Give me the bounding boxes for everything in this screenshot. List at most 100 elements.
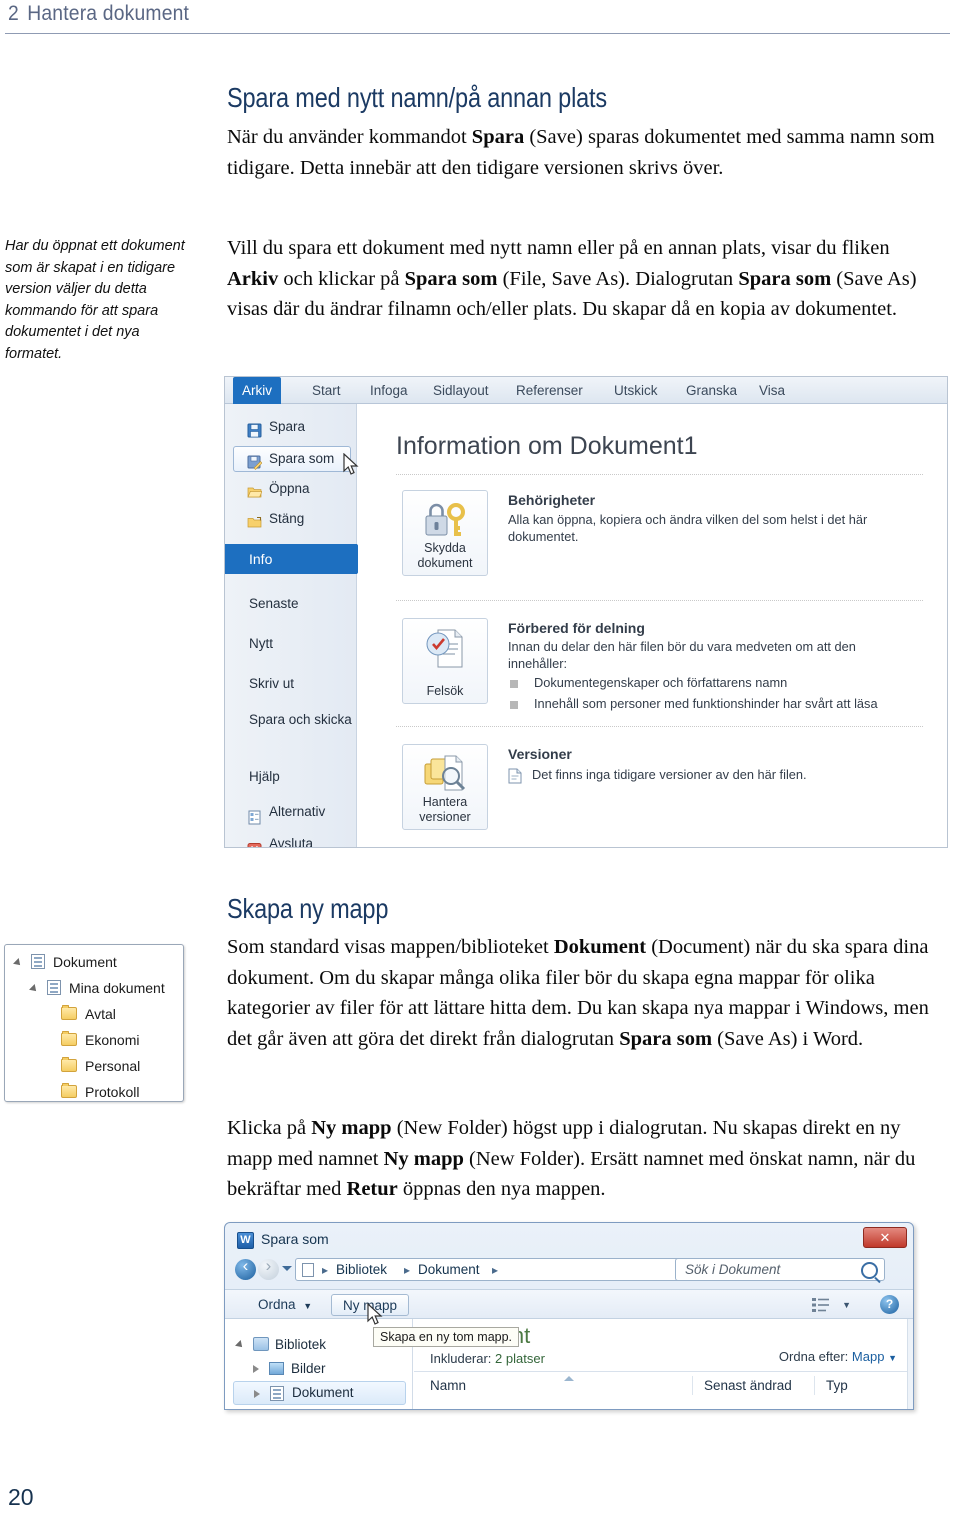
backstage-item-spara-och-skicka[interactable]: Spara och skicka [225,704,356,758]
ribbon-tab-start[interactable]: Start [303,377,350,404]
save-icon [247,419,262,438]
backstage-item-info-label: Info [249,551,273,567]
backstage-item-stang[interactable]: Stäng [225,504,356,534]
expander-collapsed-icon[interactable] [254,1390,260,1398]
backstage-item-spara-som[interactable]: Spara som [225,444,356,474]
inspect-document-icon [425,628,469,675]
expander-expanded-icon[interactable] [235,1340,245,1350]
breadcrumb-chevron-2-icon: ▸ [404,1263,411,1277]
backstage-item-avsluta[interactable]: Avsluta [225,828,356,847]
hantera-versioner-caption: Hantera versioner [419,795,471,824]
p2-text-e: (File, Save As). Dialogrutan [497,267,739,290]
ribbon-tab-infoga[interactable]: Infoga [361,377,417,404]
backstage-item-nytt[interactable]: Nytt [225,624,356,664]
nav-row-dokument[interactable]: Dokument [233,1381,406,1405]
backstage-pane-title: Information om Dokument1 [396,432,698,460]
recent-locations-chevron-down-icon[interactable] [282,1266,292,1271]
share-bullet-2-icon [510,701,518,709]
ordna-button[interactable]: Ordna ▼ [249,1294,321,1316]
s2p2-term-ny-mapp-2: Ny mapp [383,1147,464,1170]
view-mode-icon[interactable] [812,1298,829,1317]
help-button[interactable]: ? [880,1295,899,1314]
s2p1-text-a: Som standard visas mappen/biblioteket [227,936,554,958]
section1-paragraph-1: När du använder kommandot Spara (Save) s… [227,122,945,183]
tree-row-protokoll[interactable]: Protokoll [5,1079,183,1101]
ribbon-tab-referenser[interactable]: Referenser [507,377,592,404]
tree-row-mina-dokument[interactable]: Mina dokument [5,975,183,1001]
tree-row-dokument[interactable]: Dokument [5,949,183,975]
felsok-button[interactable]: Felsök [402,618,488,704]
pictures-icon [269,1362,284,1375]
running-head: 2 Hantera dokument [0,0,960,40]
search-icon [861,1262,878,1279]
search-input[interactable]: Sök i Dokument [675,1258,885,1281]
ribbon-tab-sidlayout[interactable]: Sidlayout [424,377,498,404]
open-folder-icon [247,481,263,498]
manage-versions-icon [423,754,469,799]
backstage-item-oppna[interactable]: Öppna [225,474,356,504]
backstage-item-skriv-ut[interactable]: Skriv ut [225,664,356,704]
ribbon-tab-strip: Arkiv Start Infoga Sidlayout Referenser … [225,377,947,404]
expander-expanded-icon[interactable] [29,984,39,994]
backstage-item-info[interactable]: Info [225,544,368,574]
nav-row-bilder[interactable]: Bilder [225,1357,412,1381]
forward-button[interactable] [258,1256,279,1280]
ribbon-tab-visa[interactable]: Visa [750,377,794,404]
column-header-typ[interactable]: Typ [826,1372,848,1399]
expander-expanded-icon[interactable] [13,958,23,968]
folder-icon [61,1005,77,1020]
backstage-item-senaste[interactable]: Senaste [225,584,356,624]
share-item-2: Innehåll som personer med funktionshinde… [534,696,878,711]
versions-text: Det finns inga tidigare versioner av den… [532,767,807,782]
column-divider-2[interactable] [814,1376,815,1395]
backstage-item-alternativ[interactable]: Alternativ [225,796,356,828]
breadcrumb-segment-dokument[interactable]: Dokument [418,1259,480,1281]
breadcrumb-root-icon [302,1263,314,1277]
breadcrumb-chevron-3-icon: ▸ [492,1263,499,1277]
p1-term-spara: Spara [471,126,525,148]
dialog-title: Spara som [261,1231,329,1247]
nav-row-bilder-label: Bilder [291,1361,326,1376]
tree-row-ekonomi[interactable]: Ekonomi [5,1027,183,1053]
column-header-namn[interactable]: Namn [430,1372,466,1399]
arrange-by-value[interactable]: Mapp [852,1349,885,1364]
document-library-icon [270,1386,284,1401]
p2-text-a: Vill du spara ett dokument med nytt namn… [227,237,890,259]
tree-row-personal[interactable]: Personal [5,1053,183,1079]
ny-mapp-button[interactable]: Ny mapp [331,1294,409,1316]
share-heading: Förbered för delning [508,620,645,636]
expander-collapsed-icon[interactable] [253,1365,259,1373]
skydda-dokument-button[interactable]: Skydda dokument [402,490,488,576]
ribbon-tab-arkiv[interactable]: Arkiv [233,377,281,404]
chevron-down-icon[interactable]: ▼ [888,1353,897,1363]
backstage-item-nytt-label: Nytt [249,636,274,651]
breadcrumb-segment-bibliotek[interactable]: Bibliotek [336,1259,387,1281]
backstage-item-spara[interactable]: Spara [225,412,356,442]
library-includes-value[interactable]: 2 platser [495,1351,545,1366]
chapter-number: 2 [8,2,19,25]
versions-heading: Versioner [508,746,572,762]
backstage-item-hjalp[interactable]: Hjälp [225,758,356,796]
tree-row-protokoll-label: Protokoll [85,1084,140,1100]
ribbon-tab-utskick[interactable]: Utskick [605,377,667,404]
arrange-by: Ordna efter: Mapp ▼ [779,1349,897,1364]
backstage-item-hjalp-label: Hjälp [249,769,280,784]
ordna-label: Ordna [258,1297,296,1312]
figure-word-backstage-info: Arkiv Start Infoga Sidlayout Referenser … [224,376,948,848]
tree-row-avtal[interactable]: Avtal [5,1001,183,1027]
options-icon [247,805,262,825]
column-divider-1[interactable] [692,1376,693,1395]
column-header-senast-andrad[interactable]: Senast ändrad [704,1372,792,1399]
view-mode-chevron-down-icon[interactable]: ▼ [842,1300,851,1310]
backstage-item-spara-label: Spara [269,419,306,434]
page-number: 20 [8,1484,34,1510]
vertical-scrollbar[interactable] [907,1319,913,1409]
ribbon-tab-granska[interactable]: Granska [677,377,746,404]
back-button[interactable] [235,1256,256,1280]
chapter-title: Hantera dokument [27,2,190,25]
hantera-versioner-button[interactable]: Hantera versioner [402,744,488,830]
close-button[interactable]: ✕ [863,1227,907,1248]
save-as-icon [247,451,263,470]
section-heading-spara-med-nytt-namn: Spara med nytt namn/på annan plats [227,82,608,113]
backstage-item-senaste-label: Senaste [249,596,299,611]
